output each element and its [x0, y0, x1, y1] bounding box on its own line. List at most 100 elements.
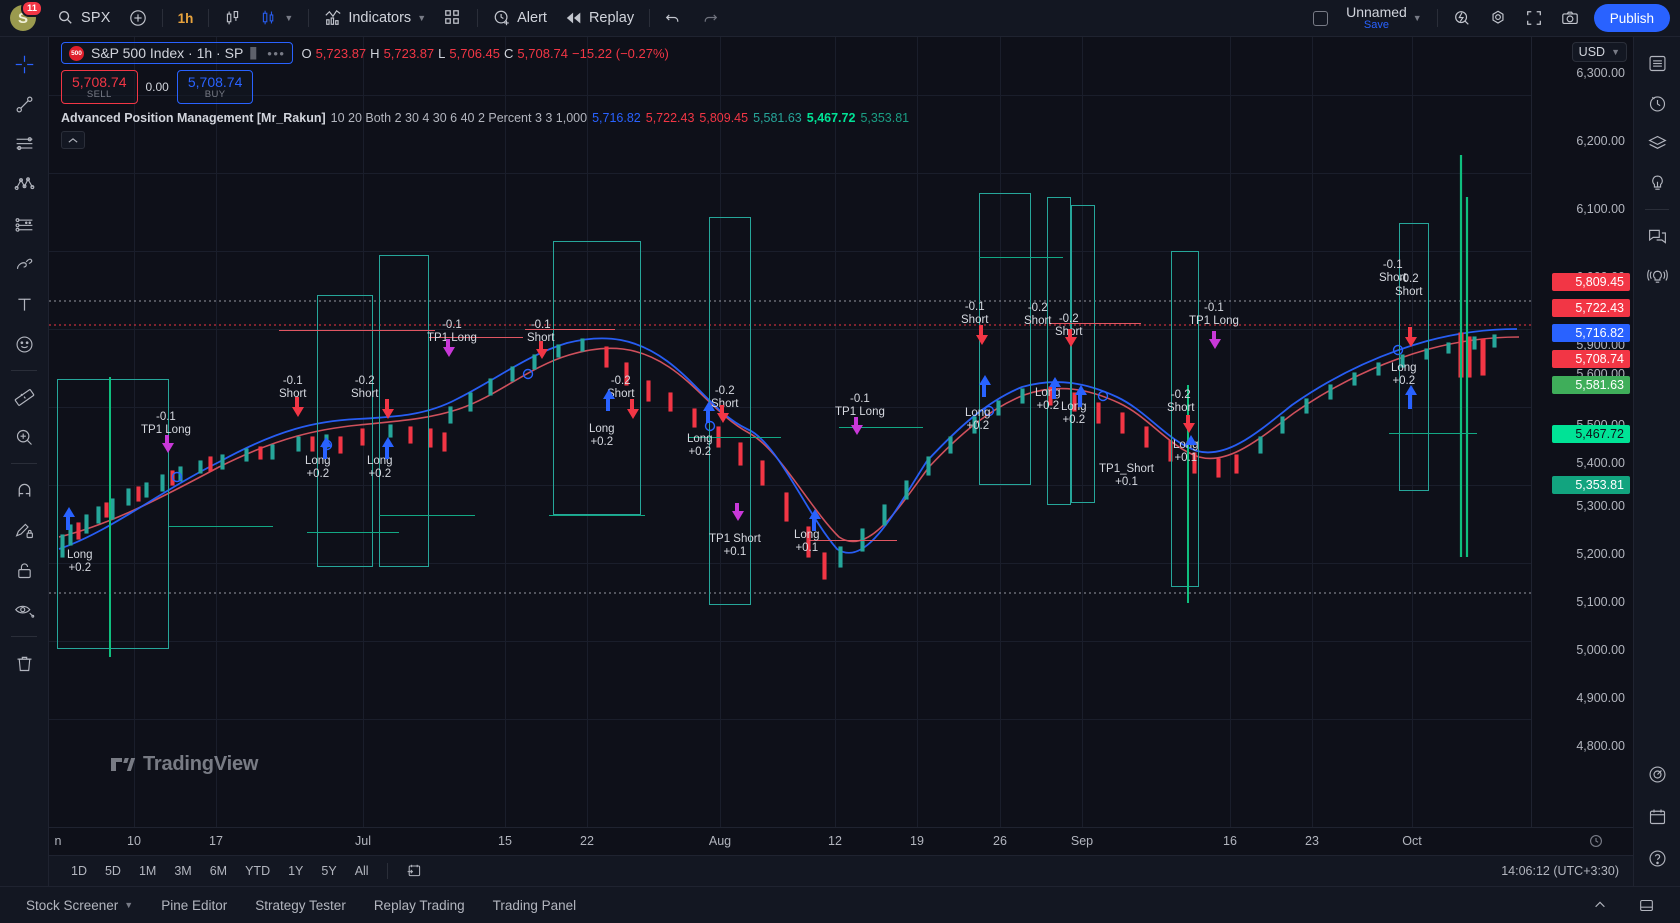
text-icon[interactable] [5, 285, 43, 323]
chart-area[interactable]: Long+0.2 -0.1TP1 Long -0.1Short Long+0.2… [49, 37, 1633, 886]
chat-icon[interactable] [1639, 218, 1675, 254]
ohlc-l-value: 5,706.45 [449, 46, 500, 61]
chevron-down-icon[interactable]: ▼ [417, 13, 426, 23]
radar-icon[interactable] [1639, 756, 1675, 792]
divider [387, 863, 388, 879]
fullscreen-button[interactable] [1516, 4, 1552, 32]
replay-trading-tab[interactable]: Replay Trading [362, 893, 477, 918]
range-3m[interactable]: 3M [166, 861, 199, 881]
chart-style-button[interactable]: ▼ [251, 4, 302, 32]
timescale-clock-icon[interactable] [1589, 834, 1603, 851]
chart-annotation: -0.2Short [711, 385, 739, 411]
symbol-legend-chip[interactable]: 500 S&P 500 Index · 1h · SP ••• [61, 42, 293, 64]
undo-button[interactable] [656, 4, 692, 32]
chart-annotation: -0.2Short [1395, 273, 1423, 299]
expand-panel-icon [1639, 898, 1654, 913]
stock-screener-tab[interactable]: Stock Screener ▼ [14, 893, 145, 918]
layout-checkbox[interactable] [1304, 4, 1337, 32]
drawing-lock-icon[interactable] [5, 511, 43, 549]
time-scale[interactable]: n 10 17 Jul 15 22 Aug 12 19 26 Sep 16 23… [49, 827, 1633, 855]
range-1y[interactable]: 1Y [280, 861, 311, 881]
alert-button[interactable]: Alert [484, 4, 556, 32]
divider [162, 9, 163, 27]
eye-icon[interactable] [5, 591, 43, 629]
templates-button[interactable] [435, 4, 471, 32]
range-1m[interactable]: 1M [131, 861, 164, 881]
timeframe-selector[interactable]: 1h [169, 4, 203, 32]
range-5d[interactable]: 5D [97, 861, 129, 881]
expand-panel-button[interactable] [1627, 893, 1666, 918]
emoji-icon[interactable] [5, 325, 43, 363]
collapse-panel-button[interactable] [1581, 893, 1619, 917]
redo-button[interactable] [692, 4, 728, 32]
chart-canvas[interactable]: Long+0.2 -0.1TP1 Long -0.1Short Long+0.2… [49, 37, 1531, 827]
broadcast-icon[interactable] [1639, 258, 1675, 294]
data-window-icon[interactable] [1639, 125, 1675, 161]
square-checkbox-icon[interactable] [1313, 11, 1328, 26]
quick-search-button[interactable] [1444, 4, 1480, 32]
add-symbol-button[interactable] [120, 4, 156, 32]
divider [477, 9, 478, 27]
trading-panel-tab[interactable]: Trading Panel [481, 893, 589, 918]
indicators-button[interactable]: Indicators ▼ [315, 4, 435, 32]
cross-cursor-icon[interactable] [5, 45, 43, 83]
publish-button[interactable]: Publish [1594, 4, 1670, 32]
divider [11, 370, 37, 371]
range-6m[interactable]: 6M [202, 861, 235, 881]
chevron-up-icon [1593, 898, 1607, 912]
currency-selector[interactable]: USD ▼ [1572, 42, 1627, 62]
price-tick: 6,300.00 [1576, 66, 1625, 80]
chart-annotation: -0.2Short [1024, 302, 1052, 328]
price-badge: 5,353.81 [1552, 476, 1630, 494]
prediction-icon[interactable] [5, 205, 43, 243]
trend-line-icon[interactable] [5, 85, 43, 123]
chevron-down-icon[interactable]: ▼ [284, 13, 293, 23]
sell-button[interactable]: 5,708.74 SELL [61, 70, 138, 104]
chevron-down-icon[interactable]: ▼ [124, 900, 133, 910]
symbol-search[interactable]: SPX [48, 4, 120, 32]
chevron-down-icon[interactable]: ▼ [1413, 13, 1422, 23]
horizontal-lines-icon[interactable] [5, 125, 43, 163]
price-scale[interactable]: USD ▼ 6,300.00 6,200.00 6,100.00 6,000.0… [1531, 37, 1633, 827]
price-badge: 5,809.45 [1552, 273, 1630, 291]
help-icon[interactable] [1639, 840, 1675, 876]
replay-button[interactable]: Replay [556, 4, 643, 32]
settings-button[interactable] [1480, 4, 1516, 32]
magnet-icon[interactable] [5, 471, 43, 509]
ruler-icon[interactable] [5, 378, 43, 416]
session-clock: 14:06:12 (UTC+3:30) [1501, 864, 1619, 878]
more-options-icon[interactable]: ••• [267, 46, 285, 61]
fib-pattern-icon[interactable] [5, 165, 43, 203]
indicator-value: 5,467.72 [807, 111, 856, 125]
layout-name-button[interactable]: Unnamed Save ▼ [1337, 4, 1431, 32]
snapshot-button[interactable] [1552, 4, 1588, 32]
lock-icon[interactable] [5, 551, 43, 589]
chart-annotation: Long+0.2 [1035, 387, 1061, 413]
trash-icon[interactable] [5, 644, 43, 682]
pine-editor-tab[interactable]: Pine Editor [149, 893, 239, 918]
indicator-legend[interactable]: Advanced Position Management [Mr_Rakun] … [61, 111, 909, 125]
range-5y[interactable]: 5Y [313, 861, 344, 881]
alerts-clock-icon[interactable] [1639, 85, 1675, 121]
calendar-icon[interactable] [1639, 798, 1675, 834]
notification-badge[interactable]: 11 [21, 0, 43, 17]
watchlist-icon[interactable] [1639, 45, 1675, 81]
range-all[interactable]: All [347, 861, 377, 881]
buy-button[interactable]: 5,708.74 BUY [177, 70, 254, 104]
right-toolbar [1633, 37, 1680, 886]
brush-icon[interactable] [5, 245, 43, 283]
chart-type-button[interactable] [215, 4, 251, 32]
save-layout-link[interactable]: Save [1364, 20, 1389, 32]
chart-annotation: -0.2Short [1167, 389, 1195, 415]
user-avatar[interactable]: S 11 [10, 5, 36, 31]
ideas-bulb-icon[interactable] [1639, 165, 1675, 201]
strategy-tester-tab[interactable]: Strategy Tester [243, 893, 358, 918]
chevron-down-icon[interactable]: ▼ [1611, 47, 1620, 57]
quick-search-icon [1453, 9, 1471, 27]
range-1d[interactable]: 1D [63, 861, 95, 881]
goto-date-button[interactable] [398, 859, 430, 884]
range-ytd[interactable]: YTD [237, 861, 278, 881]
time-tick: n [55, 834, 62, 848]
zoom-in-icon[interactable] [5, 418, 43, 456]
collapse-legend-button[interactable] [61, 131, 85, 149]
